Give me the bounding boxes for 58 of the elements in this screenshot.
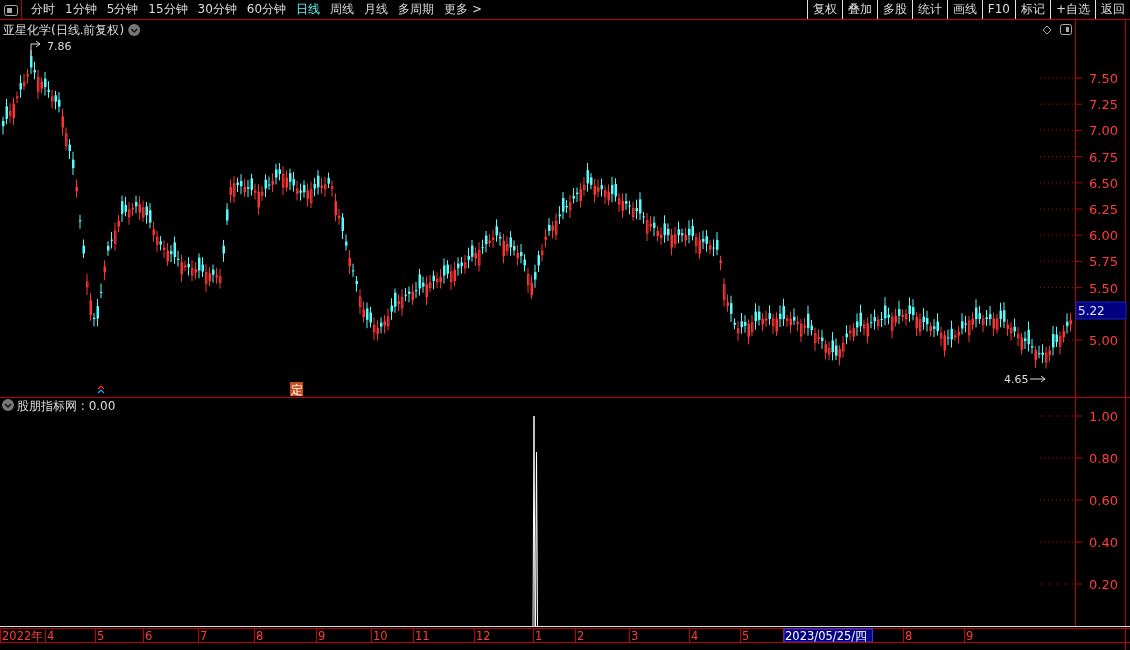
price-axis-label: 6.75	[1089, 149, 1118, 165]
date-axis-label: 11	[415, 629, 430, 643]
panel-toggle-icon[interactable]	[1060, 24, 1072, 35]
price-axis-label: 5.50	[1089, 280, 1118, 296]
period-tab[interactable]: 5分钟	[101, 0, 144, 19]
price-axis-label: 6.00	[1089, 228, 1118, 244]
date-axis-label: 10	[373, 629, 388, 643]
marker-badge: 定	[290, 382, 303, 397]
period-tab[interactable]: 日线	[291, 0, 326, 19]
high-price-label: 7.86	[47, 40, 72, 53]
date-axis-label: 5	[97, 629, 105, 643]
date-axis-label: 2022年	[2, 629, 44, 643]
period-tab[interactable]: 周线	[325, 0, 360, 19]
indicator-axis-label: 1.00	[1089, 409, 1118, 424]
price-axis-label: 5.75	[1089, 254, 1118, 270]
low-price-label: 4.65	[1004, 373, 1029, 386]
price-axis-label: 5.00	[1089, 333, 1118, 348]
date-axis-label: 2	[577, 629, 585, 643]
price-axis-label: 7.50	[1089, 71, 1118, 86]
indicator-axis-label: 0.20	[1089, 577, 1118, 592]
date-axis-label: 2023/05/25/四	[785, 629, 868, 643]
period-tab[interactable]: 1分钟	[60, 0, 102, 19]
date-axis-label: 8	[905, 629, 913, 643]
price-axis-label: 6.25	[1089, 202, 1118, 217]
date-axis-label: 4	[691, 629, 699, 643]
period-tab[interactable]: 多周期	[393, 0, 440, 19]
date-axis-label: 1	[535, 629, 543, 643]
dropdown-icon[interactable]	[2, 399, 14, 411]
indicator-title: 股朋指标网 : 0.00	[17, 399, 116, 413]
date-axis-label: 8	[256, 629, 264, 643]
indicator-axis-label: 0.80	[1089, 451, 1118, 466]
period-tab[interactable]: 月线	[359, 0, 394, 19]
date-axis-label: 6	[145, 629, 153, 643]
indicator-axis-label: 0.60	[1089, 493, 1118, 508]
leader-line	[1029, 375, 1046, 383]
date-axis-label: 9	[966, 629, 974, 643]
price-axis-label: 7.00	[1089, 123, 1118, 139]
date-axis-label: 3	[631, 629, 639, 643]
dropdown-icon[interactable]	[128, 24, 141, 36]
chart-title: 亚星化学(日线.前复权)	[3, 23, 125, 37]
date-axis-label: 12	[476, 629, 491, 643]
indicator-axis-label: 0.40	[1089, 535, 1118, 550]
period-tab[interactable]: 15分钟	[143, 0, 193, 19]
period-tab[interactable]: 分时	[26, 0, 60, 19]
period-tab[interactable]: 30分钟	[192, 0, 242, 19]
date-axis-label: 7	[200, 629, 208, 643]
date-axis-label: 5	[742, 629, 750, 643]
double-arrow-icon	[97, 385, 105, 394]
leader-line	[30, 40, 41, 59]
price-axis-label: 6.50	[1089, 175, 1118, 191]
date-axis-label: 9	[318, 629, 326, 643]
price-axis-label: 7.25	[1089, 97, 1118, 113]
current-price-tag	[1075, 301, 1127, 320]
current-price-label: 5.22	[1078, 304, 1105, 318]
diamond-icon[interactable]	[1042, 25, 1052, 35]
period-tab[interactable]: 60分钟	[241, 0, 292, 19]
date-axis-label: 4	[47, 629, 55, 643]
period-tab[interactable]: 更多 >	[439, 0, 487, 19]
